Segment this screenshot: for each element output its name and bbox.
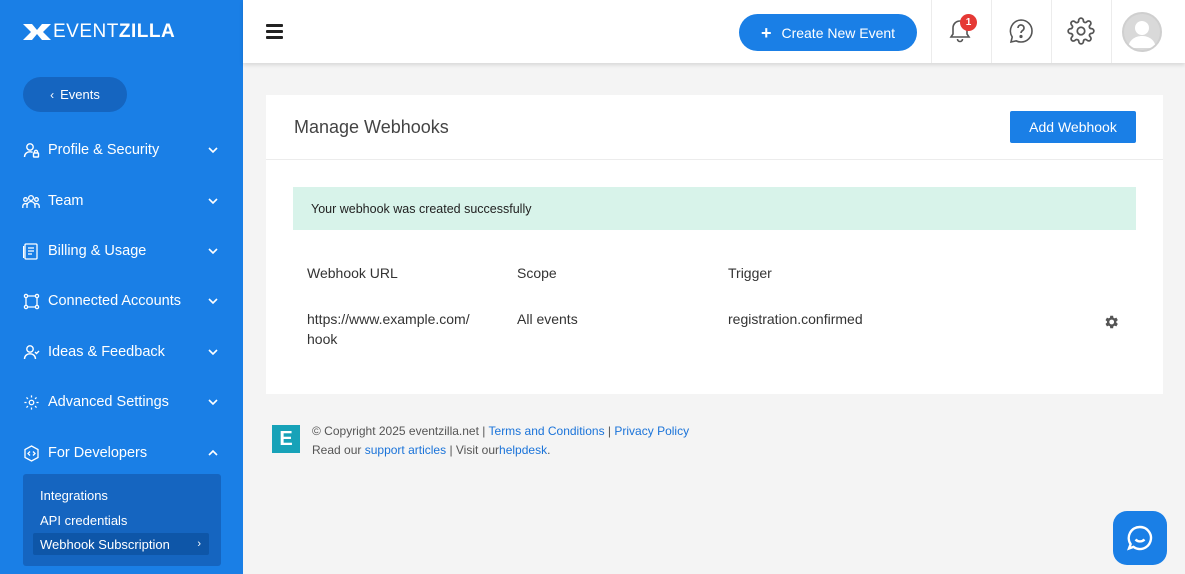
footer-logo: E xyxy=(272,425,300,453)
chevron-down-icon xyxy=(208,198,218,205)
sidebar-item-billing-usage[interactable]: Billing & Usage xyxy=(0,237,243,265)
webhook-url-cell: https://www.example.com/ hook xyxy=(307,309,470,349)
visit-our-text: | Visit our xyxy=(449,443,500,457)
footer-copyright-line: © Copyright 2025 eventzilla.net | Terms … xyxy=(312,424,689,438)
header-divider xyxy=(931,0,932,63)
chevron-up-icon xyxy=(208,449,218,456)
column-header-trigger: Trigger xyxy=(728,265,772,281)
footer-separator: | xyxy=(607,424,612,438)
webhook-url-line: https://www.example.com/ xyxy=(307,311,470,327)
developers-icon xyxy=(22,444,40,462)
logo-mark-icon xyxy=(23,24,51,40)
chevron-down-icon xyxy=(208,147,218,154)
connected-accounts-icon xyxy=(22,292,40,310)
webhooks-card: Manage Webhooks Add Webhook Your webhook… xyxy=(266,95,1163,394)
chevron-down-icon xyxy=(208,349,218,356)
chevron-down-icon xyxy=(208,399,218,406)
sidebar-item-connected-accounts[interactable]: Connected Accounts xyxy=(0,287,243,315)
sidebar-item-label: For Developers xyxy=(48,445,148,461)
column-header-webhook-url: Webhook URL xyxy=(307,265,398,281)
create-new-event-button[interactable]: + Create New Event xyxy=(739,14,917,51)
sidebar-item-ideas-feedback[interactable]: Ideas & Feedback xyxy=(0,338,243,366)
submenu-item-webhook-subscription[interactable]: Webhook Subscription › xyxy=(33,533,209,555)
back-to-events-button[interactable]: ‹ Events xyxy=(23,77,127,112)
submenu-item-label: Webhook Subscription xyxy=(40,536,170,552)
trigger-cell: registration.confirmed xyxy=(728,311,863,327)
copyright-text: © Copyright 2025 eventzilla.net | xyxy=(312,424,486,438)
header-divider xyxy=(1111,0,1112,63)
footer-period: . xyxy=(547,443,551,457)
sidebar-item-profile-security[interactable]: Profile & Security xyxy=(0,136,243,164)
submenu-item-label: API credentials xyxy=(40,512,128,528)
gear-icon[interactable] xyxy=(1067,17,1095,45)
sidebar-item-advanced-settings[interactable]: Advanced Settings xyxy=(0,388,243,416)
notification-badge: 1 xyxy=(960,14,977,31)
feedback-icon xyxy=(22,343,40,361)
read-our-text: Read our xyxy=(312,443,362,457)
sidebar-item-label: Connected Accounts xyxy=(48,293,182,309)
create-button-label: Create New Event xyxy=(781,24,896,41)
logo-text: EVENTZILLA xyxy=(53,21,176,42)
terms-link[interactable]: Terms and Conditions xyxy=(489,424,605,438)
chat-bubble-icon xyxy=(1127,525,1153,551)
page-title: Manage Webhooks xyxy=(294,117,449,137)
row-settings-gear-icon[interactable] xyxy=(1102,313,1120,331)
avatar-person-icon xyxy=(1128,21,1156,48)
submenu-item-integrations[interactable]: Integrations xyxy=(33,484,209,506)
sidebar-item-label: Advanced Settings xyxy=(48,394,169,410)
sidebar-item-label: Billing & Usage xyxy=(48,243,147,259)
header-divider xyxy=(991,0,992,63)
sidebar-item-team[interactable]: Team xyxy=(0,187,243,215)
sidebar: EVENTZILLA ‹ Events Profile & Security T… xyxy=(0,0,243,574)
hamburger-menu-icon[interactable] xyxy=(266,24,283,39)
helpdesk-link[interactable]: helpdesk xyxy=(499,443,547,457)
chat-support-button[interactable] xyxy=(1113,511,1167,565)
advanced-settings-icon xyxy=(22,393,40,411)
add-webhook-button[interactable]: Add Webhook xyxy=(1010,111,1136,143)
chevron-down-icon xyxy=(208,298,218,305)
sidebar-item-label: Team xyxy=(48,193,84,209)
chevron-left-icon: ‹ xyxy=(50,87,55,102)
footer-help-line: Read our support articles | Visit ourhel… xyxy=(312,443,550,457)
webhook-url-line: hook xyxy=(307,331,338,347)
back-button-label: Events xyxy=(60,87,100,102)
eventzilla-logo[interactable]: EVENTZILLA xyxy=(23,21,176,42)
billing-icon xyxy=(22,242,40,260)
developers-submenu: Integrations API credentials Webhook Sub… xyxy=(23,474,221,566)
help-icon[interactable] xyxy=(1007,17,1035,45)
success-alert: Your webhook was created successfully xyxy=(293,187,1136,230)
chevron-down-icon xyxy=(208,248,218,255)
header-divider xyxy=(1051,0,1052,63)
user-lock-icon xyxy=(22,141,40,159)
top-header: + Create New Event 1 xyxy=(243,0,1185,63)
submenu-item-label: Integrations xyxy=(40,487,108,503)
plus-icon: + xyxy=(760,22,772,43)
team-icon xyxy=(22,192,40,210)
scope-cell: All events xyxy=(517,311,578,327)
sidebar-item-label: Profile & Security xyxy=(48,142,160,158)
sidebar-item-label: Ideas & Feedback xyxy=(48,344,165,360)
card-divider xyxy=(266,159,1163,160)
user-avatar[interactable] xyxy=(1122,12,1162,52)
sidebar-item-for-developers[interactable]: For Developers xyxy=(0,439,243,467)
support-articles-link[interactable]: support articles xyxy=(365,443,446,457)
chevron-right-icon: › xyxy=(197,538,201,550)
submenu-item-api-credentials[interactable]: API credentials xyxy=(33,509,209,531)
privacy-link[interactable]: Privacy Policy xyxy=(614,424,689,438)
column-header-scope: Scope xyxy=(517,265,557,281)
